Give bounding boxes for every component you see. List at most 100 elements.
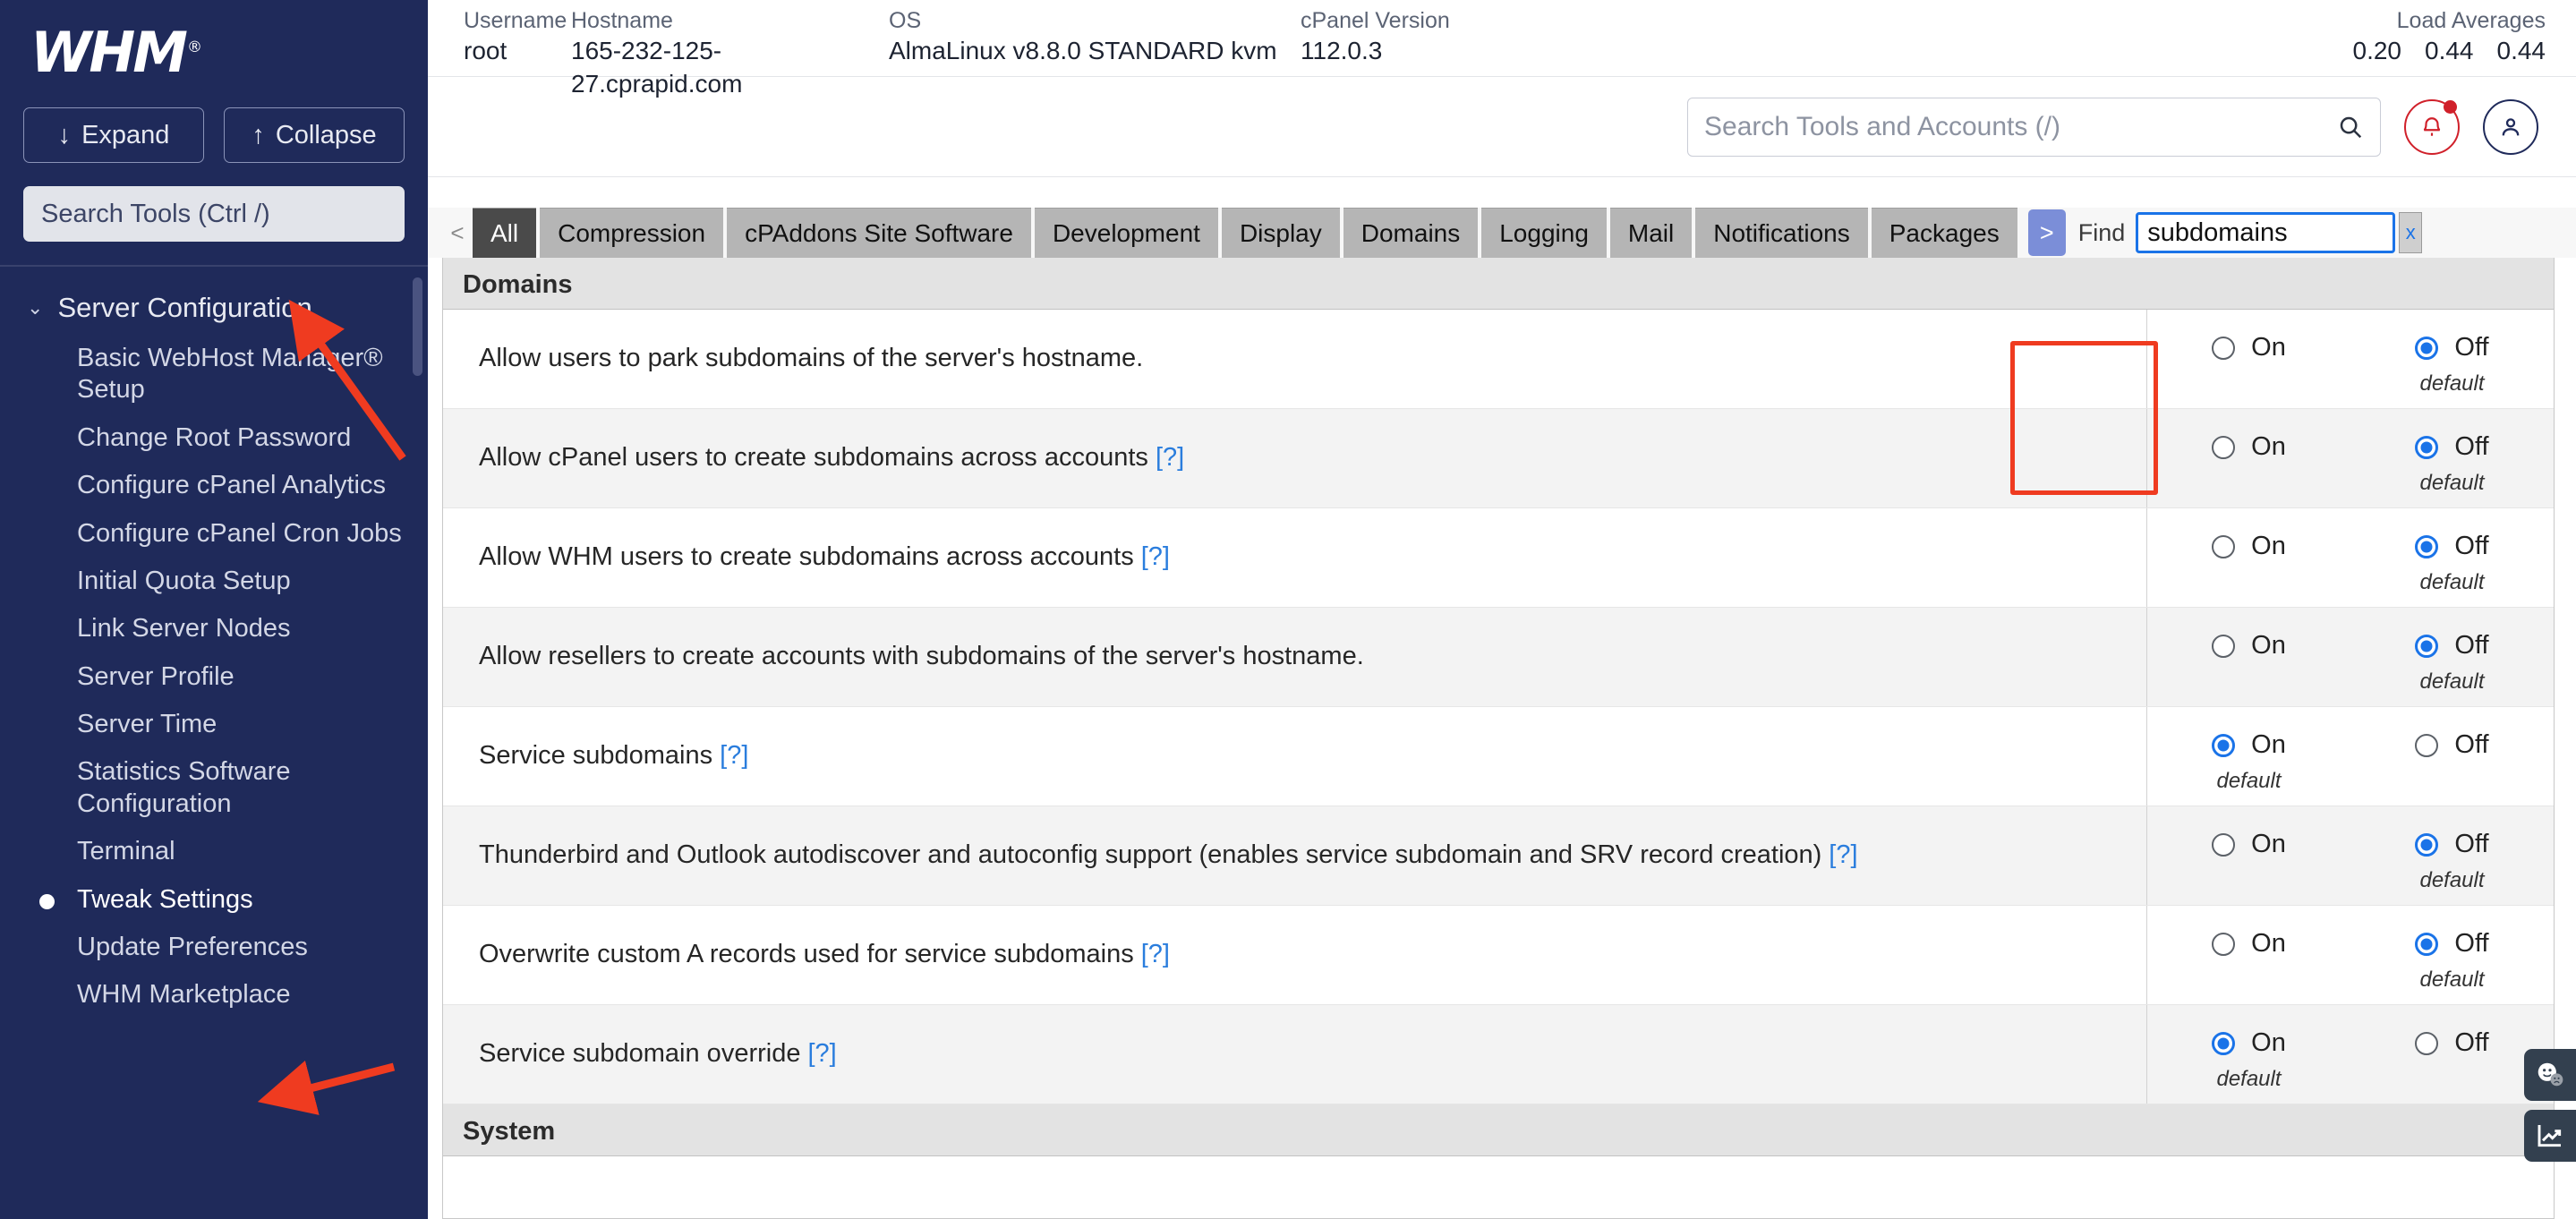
radio-option-on: On [2147,532,2350,561]
setting-label: Allow users to park subdomains of the se… [443,310,2146,408]
radio-label-off[interactable]: Off [2454,631,2488,661]
radio-off[interactable] [2415,1032,2438,1055]
sidebar: WHM® ↓ Expand ↑ Collapse Search Tools (C… [0,0,428,1219]
info-hostname-label: Hostname [571,7,889,35]
default-marker: default [2419,669,2484,695]
collapse-button[interactable]: ↑ Collapse [224,107,405,163]
radio-on[interactable] [2212,1032,2235,1055]
sidebar-item-terminal[interactable]: Terminal [0,828,428,875]
radio-option-row: Off [2415,631,2488,661]
tabs-next-button[interactable]: > [2028,209,2066,256]
tab-display[interactable]: Display [1222,208,1340,258]
load-1min: 0.20 [2353,35,2402,67]
tab-all[interactable]: All [473,208,536,258]
tab-mail[interactable]: Mail [1610,208,1692,258]
sidebar-group-server-configuration[interactable]: ⌄ Server Configuration [0,281,428,335]
help-link-icon[interactable]: [?] [1141,541,1170,575]
sidebar-item-server-time[interactable]: Server Time [0,701,428,748]
radio-option-on: Ondefault [2147,730,2350,794]
sidebar-item-configure-cpanel-analytics[interactable]: Configure cPanel Analytics [0,462,428,509]
registered-mark: ® [187,38,202,56]
radio-label-on[interactable]: On [2251,730,2286,760]
sidebar-item-initial-quota-setup[interactable]: Initial Quota Setup [0,558,428,605]
category-tabstrip: < AllCompressioncPAddons Site SoftwareDe… [428,208,2576,258]
radio-option-off: Offdefault [2350,532,2554,595]
user-menu-button[interactable] [2483,99,2538,155]
radio-off[interactable] [2415,734,2438,757]
expand-button[interactable]: ↓ Expand [23,107,204,163]
table-row: Service subdomains[?]Ondefault Off [443,707,2554,806]
radio-off[interactable] [2415,436,2438,459]
sidebar-item-update-preferences[interactable]: Update Preferences [0,924,428,971]
setting-label: Service subdomains[?] [443,707,2146,806]
tab-domains[interactable]: Domains [1343,208,1478,258]
radio-option-row: On [2212,532,2286,561]
default-marker: default [2419,371,2484,396]
help-link-icon[interactable]: [?] [1829,839,1857,873]
tab-logging[interactable]: Logging [1481,208,1607,258]
sidebar-item-tweak-settings[interactable]: Tweak Settings [0,876,428,924]
tab-development[interactable]: Development [1035,208,1218,258]
tabs-prev-button[interactable]: < [442,208,473,258]
table-row: Allow WHM users to create subdomains acr… [443,508,2554,608]
default-marker: default [2419,968,2484,993]
info-os-value: AlmaLinux v8.8.0 STANDARD kvm [889,35,1301,67]
sidebar-item-link-server-nodes[interactable]: Link Server Nodes [0,605,428,652]
sidebar-item-server-profile[interactable]: Server Profile [0,653,428,701]
sidebar-item-basic-webhost-manager-setup[interactable]: Basic WebHost Manager® Setup [0,335,428,414]
radio-label-on[interactable]: On [2251,830,2286,859]
radio-option-on: On [2147,333,2350,362]
radio-label-off[interactable]: Off [2454,830,2488,859]
radio-option-on: On [2147,631,2350,661]
sidebar-item-statistics-software-configuration[interactable]: Statistics Software Configuration [0,748,428,828]
setting-label: Allow cPanel users to create subdomains … [443,409,2146,507]
radio-on[interactable] [2212,337,2235,360]
help-link-icon[interactable]: [?] [1156,441,1184,475]
sidebar-item-change-root-password[interactable]: Change Root Password [0,414,428,462]
analytics-widget-button[interactable] [2524,1110,2576,1162]
tab-compression[interactable]: Compression [540,208,723,258]
radio-label-on[interactable]: On [2251,432,2286,462]
sidebar-item-configure-cpanel-cron-jobs[interactable]: Configure cPanel Cron Jobs [0,510,428,558]
radio-label-on[interactable]: On [2251,532,2286,561]
radio-on[interactable] [2212,535,2235,558]
tab-cpaddons-site-software[interactable]: cPAddons Site Software [727,208,1031,258]
help-link-icon[interactable]: [?] [807,1037,836,1071]
find-input[interactable] [2136,212,2395,253]
setting-label-text: Overwrite custom A records used for serv… [479,938,1134,972]
radio-off[interactable] [2415,635,2438,658]
tab-notifications[interactable]: Notifications [1695,208,1868,258]
global-search-input[interactable]: Search Tools and Accounts (/) [1687,98,2381,157]
sidebar-search-input[interactable]: Search Tools (Ctrl /) [23,186,405,242]
radio-on[interactable] [2212,635,2235,658]
notifications-button[interactable] [2404,99,2460,155]
radio-on[interactable] [2212,933,2235,956]
radio-label-on[interactable]: On [2251,929,2286,959]
radio-on[interactable] [2212,436,2235,459]
radio-off[interactable] [2415,535,2438,558]
radio-label-on[interactable]: On [2251,333,2286,362]
sidebar-item-whm-marketplace[interactable]: WHM Marketplace [0,971,428,1019]
radio-label-off[interactable]: Off [2454,929,2488,959]
help-link-icon[interactable]: [?] [720,739,748,773]
radio-label-on[interactable]: On [2251,631,2286,661]
radio-label-off[interactable]: Off [2454,1028,2488,1058]
radio-off[interactable] [2415,933,2438,956]
notification-badge-dot [2444,100,2457,114]
find-clear-button[interactable]: x [2399,212,2422,253]
radio-label-off[interactable]: Off [2454,532,2488,561]
sidebar-scrollbar[interactable] [413,277,422,376]
feedback-widget-button[interactable] [2524,1049,2576,1101]
tab-packages[interactable]: Packages [1872,208,2017,258]
radio-label-on[interactable]: On [2251,1028,2286,1058]
help-link-icon[interactable]: [?] [1141,938,1170,972]
radio-label-off[interactable]: Off [2454,432,2488,462]
radio-label-off[interactable]: Off [2454,333,2488,362]
radio-on[interactable] [2212,734,2235,757]
main-content: Username root Hostname 165-232-125-27.cp… [428,0,2576,1219]
radio-off[interactable] [2415,833,2438,857]
radio-on[interactable] [2212,833,2235,857]
radio-label-off[interactable]: Off [2454,730,2488,760]
load-averages-label: Load Averages [2353,7,2546,35]
radio-off[interactable] [2415,337,2438,360]
